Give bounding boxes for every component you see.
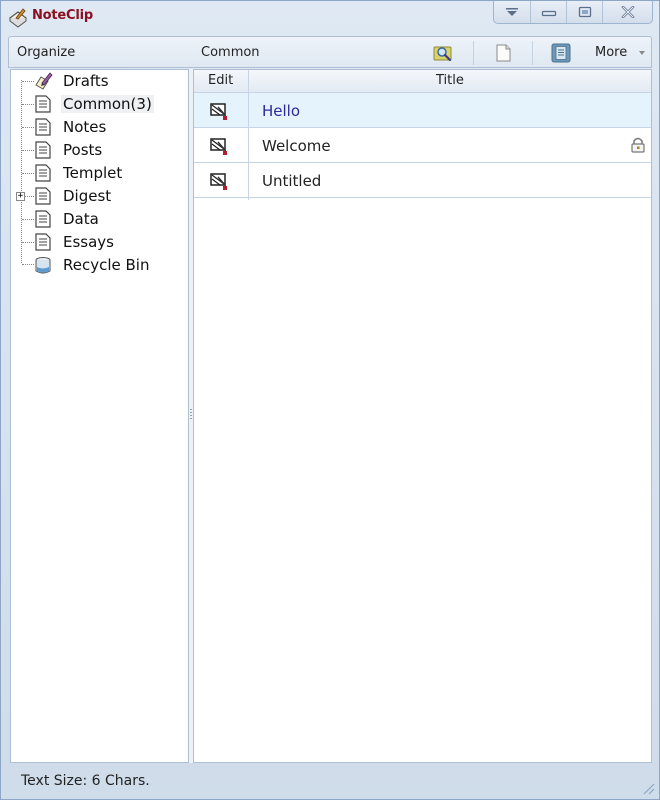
table-row[interactable]: Hello bbox=[194, 93, 651, 128]
toolbar: Organize Common More bbox=[8, 36, 652, 68]
pen-icon bbox=[35, 72, 53, 90]
app-window: NoteClip Organize Common More + Drafts C… bbox=[0, 0, 660, 800]
minimize-icon bbox=[541, 10, 556, 17]
expand-toggle-digest[interactable]: + bbox=[16, 192, 25, 201]
table-row[interactable]: Welcome bbox=[194, 128, 651, 163]
tree-item-label: Notes bbox=[63, 118, 107, 136]
app-title: NoteClip bbox=[32, 8, 94, 23]
dropdown-arrow-icon bbox=[506, 8, 518, 16]
document-icon bbox=[35, 210, 51, 228]
tree-item-label: Common(3) bbox=[61, 95, 154, 113]
more-menu[interactable]: More bbox=[595, 45, 627, 60]
search-folder-icon[interactable] bbox=[433, 43, 453, 63]
new-note-icon[interactable] bbox=[493, 43, 513, 63]
resize-grip-icon[interactable] bbox=[641, 781, 655, 795]
tree-item-templet[interactable]: Templet bbox=[33, 162, 124, 184]
tree-item-drafts[interactable]: Drafts bbox=[33, 70, 111, 92]
document-icon bbox=[35, 95, 51, 113]
chevron-down-icon[interactable] bbox=[639, 51, 645, 55]
restore-button[interactable] bbox=[566, 1, 602, 23]
document-icon bbox=[35, 187, 51, 205]
folder-tree: + Drafts Common(3) Notes Posts Templet D… bbox=[11, 70, 188, 762]
window-controls bbox=[493, 1, 653, 24]
view-icon[interactable] bbox=[551, 43, 571, 63]
tree-item-essays[interactable]: Essays bbox=[33, 231, 116, 253]
document-icon bbox=[35, 141, 51, 159]
column-header-title[interactable]: Title bbox=[436, 73, 464, 88]
toolbar-separator bbox=[532, 41, 533, 65]
tree-item-label: Templet bbox=[63, 164, 123, 182]
note-title: Welcome bbox=[262, 137, 331, 155]
tree-item-recycle-bin[interactable]: Recycle Bin bbox=[33, 254, 151, 276]
noteclip-logo-icon bbox=[9, 8, 27, 28]
table-row[interactable]: Untitled bbox=[194, 163, 651, 198]
tree-item-label: Essays bbox=[63, 233, 114, 251]
restore-icon bbox=[578, 6, 591, 18]
column-divider[interactable] bbox=[248, 70, 249, 200]
folder-tree-panel: + Drafts Common(3) Notes Posts Templet D… bbox=[10, 69, 189, 763]
close-button[interactable] bbox=[602, 1, 652, 23]
tree-connector bbox=[21, 80, 22, 263]
recycle-bin-icon bbox=[35, 257, 51, 274]
note-title: Untitled bbox=[262, 172, 322, 190]
column-header-edit[interactable]: Edit bbox=[208, 73, 233, 88]
notes-list-panel: Edit Title Hello Welcome Untitled bbox=[193, 69, 652, 763]
edit-note-icon[interactable] bbox=[210, 136, 230, 156]
organize-menu[interactable]: Organize bbox=[17, 45, 75, 60]
title-bar[interactable]: NoteClip bbox=[1, 1, 659, 33]
status-bar-text: Text Size: 6 Chars. bbox=[21, 773, 150, 789]
tree-item-digest[interactable]: Digest bbox=[33, 185, 113, 207]
document-icon bbox=[35, 164, 51, 182]
edit-note-icon[interactable] bbox=[210, 101, 230, 121]
table-header: Edit Title bbox=[194, 70, 651, 93]
toolbar-separator bbox=[473, 41, 474, 65]
close-icon bbox=[621, 6, 634, 18]
tree-item-notes[interactable]: Notes bbox=[33, 116, 108, 138]
tree-item-label: Data bbox=[63, 210, 99, 228]
tree-item-posts[interactable]: Posts bbox=[33, 139, 104, 161]
tree-item-label: Posts bbox=[63, 141, 103, 159]
tree-item-label: Drafts bbox=[63, 72, 109, 90]
document-icon bbox=[35, 118, 51, 136]
document-icon bbox=[35, 233, 51, 251]
tree-item-label: Recycle Bin bbox=[63, 256, 150, 274]
tree-item-common[interactable]: Common(3) bbox=[33, 93, 154, 115]
tree-item-label: Digest bbox=[63, 187, 112, 205]
menu-dropdown-button[interactable] bbox=[494, 1, 530, 23]
lock-icon bbox=[631, 137, 645, 153]
minimize-button[interactable] bbox=[530, 1, 566, 23]
splitter-grip[interactable] bbox=[190, 409, 192, 421]
edit-note-icon[interactable] bbox=[210, 171, 230, 191]
note-title: Hello bbox=[262, 102, 301, 120]
tree-item-data[interactable]: Data bbox=[33, 208, 101, 230]
current-folder-label: Common bbox=[201, 45, 260, 60]
